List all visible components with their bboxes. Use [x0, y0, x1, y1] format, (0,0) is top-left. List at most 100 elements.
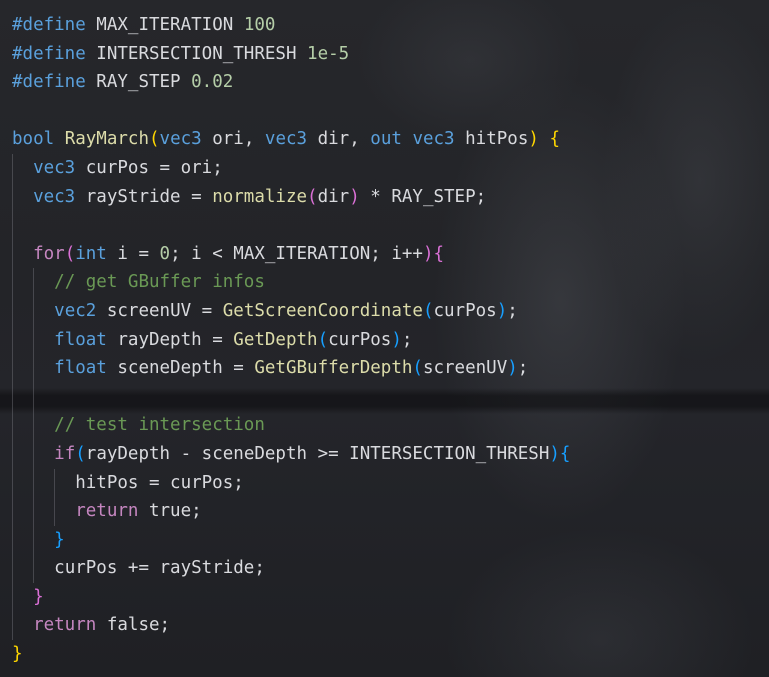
number-token: 0.02 — [191, 72, 234, 93]
code-text-token: rayStride = — [75, 186, 213, 207]
indent-guide — [12, 525, 13, 555]
keyword-token: float — [54, 358, 107, 379]
bracket-token: ( — [75, 443, 86, 464]
code-line[interactable]: hitPos = curPos; — [12, 468, 570, 498]
preprocessor-token: #define — [12, 43, 86, 64]
keyword-token: vec3 — [412, 129, 455, 150]
indent-guide — [33, 354, 35, 383]
bracket-token: ( — [412, 358, 423, 379]
code-line[interactable] — [12, 382, 570, 412]
indent-guide — [12, 211, 13, 240]
keyword-token: bool — [12, 129, 55, 150]
code-line[interactable]: vec3 curPos = ori; — [12, 153, 570, 183]
code-line[interactable]: return true; — [12, 497, 570, 526]
bracket-token: } — [54, 529, 65, 550]
code-line[interactable]: // get GBuffer infos — [12, 268, 570, 297]
bracket-token: { — [433, 243, 445, 264]
code-line[interactable]: curPos += rayStride; — [12, 554, 570, 583]
control-keyword-token: if — [54, 443, 76, 464]
indent-guide — [12, 468, 13, 498]
code-text-token: screenUV — [422, 358, 508, 379]
code-line[interactable]: vec2 screenUV = GetScreenCoordinate(curP… — [12, 296, 570, 326]
code-text-token: hitPos — [454, 129, 529, 150]
code-text-token: curPos — [433, 300, 497, 321]
code-line[interactable]: vec3 rayStride = normalize(dir) * RAY_ST… — [12, 182, 570, 212]
code-line[interactable]: bool RayMarch(vec3 ori, vec3 dir, out ve… — [12, 125, 570, 154]
keyword-token: vec3 — [264, 129, 308, 150]
code-text-token: RAY_STEP — [85, 72, 192, 93]
function-name-token: GetScreenCoordinate — [222, 300, 423, 321]
keyword-token: vec2 — [54, 300, 97, 321]
number-token: 100 — [243, 15, 276, 35]
indent-guide — [33, 268, 35, 297]
bracket-token: ) — [422, 243, 434, 264]
indent-guide — [33, 525, 35, 555]
code-text-token: hitPos = curPos; — [75, 472, 244, 493]
bracket-token: ( — [149, 129, 160, 150]
code-text-token: rayDepth - sceneDepth >= INTERSECTION_TH… — [85, 443, 550, 464]
number-token: 1e-5 — [307, 43, 350, 64]
code-text-token: ; — [401, 329, 413, 350]
code-line[interactable]: } — [12, 640, 570, 669]
code-text-token: dir, — [307, 129, 371, 150]
bracket-token: ( — [317, 329, 329, 350]
code-line[interactable]: } — [12, 525, 570, 555]
indent-guide — [12, 554, 13, 583]
code-text-token: curPos += rayStride; — [54, 558, 265, 579]
function-name-token: GetGBufferDepth — [254, 358, 413, 379]
code-text-token: false; — [96, 615, 171, 636]
code-text-token: ori, — [201, 129, 265, 150]
code-area[interactable]: #define MAX_ITERATION 100 #define INTERSE… — [12, 11, 570, 669]
code-text-token: ; i < MAX_ITERATION; i++ — [170, 243, 423, 264]
preprocessor-token: #define — [12, 72, 86, 93]
code-text-token: dir — [317, 186, 350, 207]
code-line[interactable]: #define MAX_ITERATION 100 — [12, 11, 570, 40]
code-line[interactable]: return false; — [12, 611, 570, 641]
control-keyword-token: return — [33, 615, 97, 636]
indent-guide — [12, 325, 13, 355]
bracket-token: ( — [422, 300, 434, 321]
code-text-token: i = — [106, 243, 160, 264]
number-token: 0 — [159, 243, 171, 264]
indent-guide — [12, 296, 13, 326]
indent-guide — [12, 182, 13, 212]
code-line[interactable]: // test intersection — [12, 411, 570, 440]
code-text-token: curPos = ori; — [75, 157, 223, 178]
code-line[interactable]: #define INTERSECTION_THRESH 1e-5 — [12, 40, 570, 69]
code-line[interactable]: float sceneDepth = GetGBufferDepth(scree… — [12, 354, 570, 383]
indent-guide — [12, 268, 13, 297]
indent-guide — [12, 153, 13, 183]
bracket-token: ( — [64, 243, 76, 264]
bracket-token: } — [33, 586, 44, 607]
code-line[interactable]: float rayDepth = GetDepth(curPos); — [12, 325, 570, 355]
indent-guide — [12, 411, 13, 440]
indent-guide — [12, 439, 13, 469]
bracket-token: { — [549, 129, 561, 150]
code-line[interactable]: if(rayDepth - sceneDepth >= INTERSECTION… — [12, 439, 570, 469]
indent-guide — [33, 382, 35, 412]
code-text-token: ; — [517, 358, 529, 379]
code-text-token: INTERSECTION_THRESH — [85, 43, 308, 64]
code-line[interactable] — [12, 211, 570, 240]
indent-guide — [33, 468, 35, 498]
code-line[interactable]: #define RAY_STEP 0.02 — [12, 68, 570, 97]
bracket-token: } — [12, 644, 23, 665]
indent-guide — [33, 296, 35, 326]
keyword-token: vec3 — [33, 186, 76, 207]
function-name-token: RayMarch — [64, 129, 149, 150]
indent-guide — [33, 411, 35, 440]
code-line[interactable]: } — [12, 582, 570, 612]
code-text-token: curPos — [328, 329, 392, 350]
keyword-token: out — [370, 129, 402, 150]
code-line[interactable]: for(int i = 0; i < MAX_ITERATION; i++){ — [12, 239, 570, 269]
code-line[interactable] — [12, 97, 570, 126]
code-editor[interactable]: #define MAX_ITERATION 100 #define INTERSE… — [0, 0, 769, 677]
